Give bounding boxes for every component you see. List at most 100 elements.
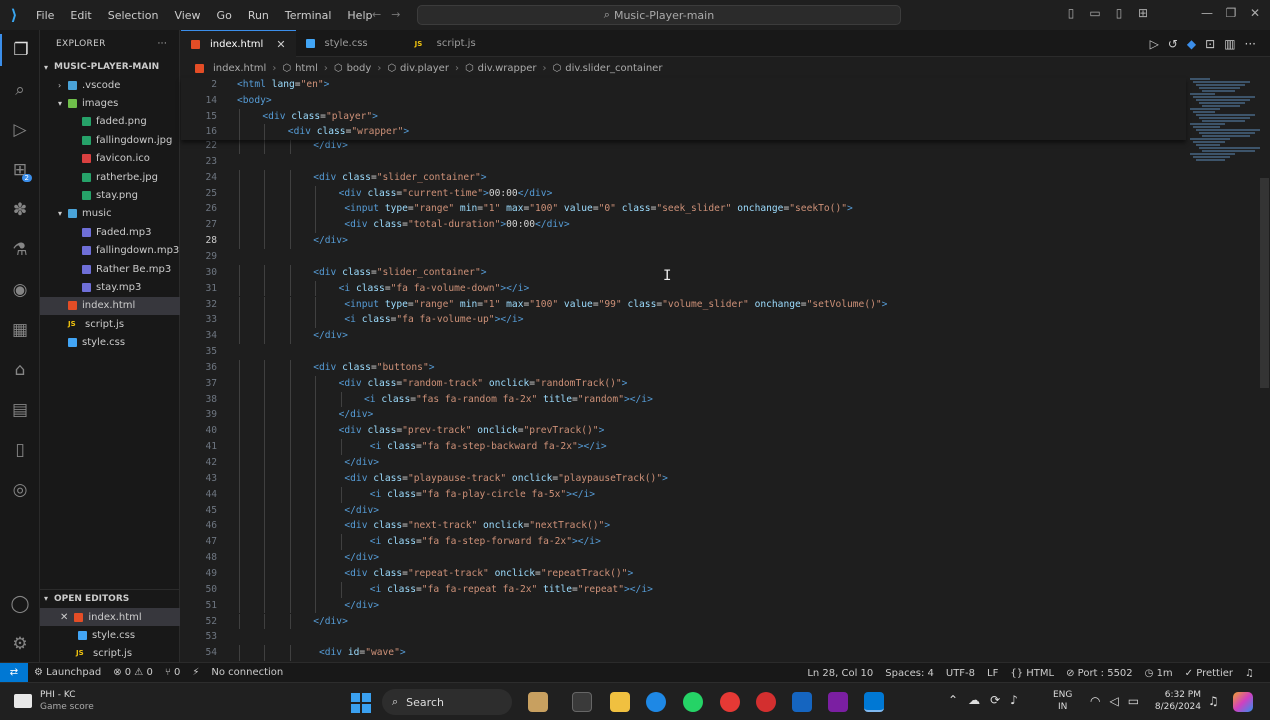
code-line[interactable]: <input type="range" min="1" max="100" va…: [339, 203, 852, 214]
file-explorer-icon[interactable]: [610, 692, 630, 712]
command-center-search[interactable]: ⌕ Music-Player-main: [417, 5, 901, 25]
extensions-icon[interactable]: ⊞ 2: [0, 154, 40, 186]
breadcrumb-item[interactable]: div.slider_container: [565, 63, 662, 74]
quick-settings[interactable]: ◠ ◁ ▭: [1090, 694, 1139, 708]
code-line[interactable]: </div>: [313, 330, 348, 341]
microphone-icon[interactable]: ♪: [1010, 693, 1018, 707]
toggle-panel-icon[interactable]: ▭: [1088, 6, 1102, 20]
menu-run[interactable]: Run: [240, 9, 277, 22]
paw-icon[interactable]: ✽: [0, 194, 40, 226]
code-line[interactable]: </div>: [339, 409, 374, 420]
menu-selection[interactable]: Selection: [100, 9, 167, 22]
account-icon[interactable]: ◯: [0, 588, 40, 620]
tab-script-js[interactable]: JS script.js: [405, 30, 486, 57]
encoding[interactable]: UTF-8: [940, 668, 981, 679]
breadcrumb-item[interactable]: index.html: [213, 63, 266, 74]
taskbar-clock[interactable]: 6:32 PM 8/26/2024: [1153, 689, 1201, 713]
minimize-icon[interactable]: —: [1200, 6, 1214, 20]
close-window-icon[interactable]: ✕: [1248, 6, 1262, 20]
file-tree-item[interactable]: ▾ images: [40, 94, 180, 112]
code-line[interactable]: </div>: [313, 616, 348, 627]
code-line[interactable]: <div class="slider_container">: [313, 267, 486, 278]
pages-icon[interactable]: ▤: [0, 394, 40, 426]
file-tree-item[interactable]: index.html: [40, 296, 180, 315]
code-line[interactable]: <i class="fa fa-step-backward fa-2x"></i…: [364, 441, 607, 452]
connection-status[interactable]: No connection: [205, 667, 289, 678]
tab-style-css[interactable]: style.css: [296, 30, 405, 57]
code-line[interactable]: <i class="fa fa-play-circle fa-5x"></i>: [364, 489, 595, 500]
workspace-root[interactable]: ▾ MUSIC-PLAYER-MAIN: [40, 58, 180, 76]
store-app-icon[interactable]: [792, 692, 812, 712]
menu-view[interactable]: View: [166, 9, 208, 22]
minimap[interactable]: [1186, 78, 1260, 168]
breadcrumb-item[interactable]: div.wrapper: [478, 63, 537, 74]
code-line[interactable]: <div class="playpause-track" onclick="pl…: [339, 473, 668, 484]
open-editors-header[interactable]: ▾ OPEN EDITORS: [40, 589, 180, 607]
breadcrumb-item[interactable]: div.player: [400, 63, 449, 74]
nav-arrows[interactable]: ←→: [372, 8, 410, 21]
file-tree-item[interactable]: style.css: [40, 334, 180, 352]
customize-layout-icon[interactable]: ⊞: [1136, 6, 1150, 20]
file-tree-item[interactable]: Rather Be.mp3: [40, 260, 180, 278]
breadcrumb-item[interactable]: html: [295, 63, 318, 74]
line-ending[interactable]: LF: [981, 668, 1004, 679]
phone-icon[interactable]: ▯: [0, 434, 40, 466]
prettier-status[interactable]: ✓ Prettier: [1179, 668, 1239, 679]
code-line[interactable]: <i class="fa fa-volume-down"></i>: [339, 283, 530, 294]
code-line[interactable]: <div class="player">: [262, 111, 378, 122]
json-icon[interactable]: ◉: [0, 274, 40, 306]
file-tree-item[interactable]: stay.mp3: [40, 278, 180, 296]
code-line[interactable]: </div>: [339, 457, 379, 468]
code-line[interactable]: <div class="wrapper">: [288, 126, 409, 137]
timeline-icon[interactable]: ↺: [1168, 37, 1178, 51]
copilot-icon[interactable]: [1233, 692, 1253, 712]
file-tree-item[interactable]: ▾ music: [40, 205, 180, 223]
chrome-profile-icon[interactable]: [756, 692, 776, 712]
code-line[interactable]: </div>: [313, 140, 348, 151]
docker-icon[interactable]: ▦: [0, 314, 40, 346]
notification-bell-icon[interactable]: ♫: [1208, 694, 1219, 708]
explorer-icon[interactable]: ❐: [0, 34, 40, 66]
code-line[interactable]: <html lang="en">: [237, 79, 329, 90]
sticky-scroll[interactable]: 2 <html lang="en"> 14 <body> 15 <div class="p…: [181, 78, 1186, 141]
cursor-position[interactable]: Ln 28, Col 10: [801, 668, 879, 679]
open-editor-item[interactable]: ✕ index.html: [40, 608, 180, 626]
file-tree-item[interactable]: JS script.js: [40, 315, 180, 333]
taskbar-search[interactable]: ⌕ Search: [382, 689, 512, 715]
open-editor-item[interactable]: style.css: [40, 626, 180, 644]
code-line[interactable]: </div>: [339, 600, 379, 611]
clipchamp-icon[interactable]: [828, 692, 848, 712]
chevron-up-icon[interactable]: ⌃: [948, 693, 958, 707]
search-view-icon[interactable]: ⌕: [0, 74, 40, 106]
remote-indicator[interactable]: ⇄: [0, 662, 28, 683]
toggle-sidebar-icon[interactable]: ▯: [1064, 6, 1078, 20]
file-tree-item[interactable]: stay.png: [40, 186, 180, 204]
timer-status[interactable]: ◷ 1m: [1139, 668, 1179, 679]
menu-edit[interactable]: Edit: [62, 9, 99, 22]
code-line[interactable]: <div class="slider_container">: [313, 172, 486, 183]
indentation[interactable]: Spaces: 4: [879, 668, 940, 679]
code-line[interactable]: <i class="fas fa-random fa-2x" title="ra…: [364, 394, 653, 405]
edge-browser-icon[interactable]: [646, 692, 666, 712]
ports-status[interactable]: ⑂ 0: [159, 667, 187, 678]
notifications-bell-icon[interactable]: ♫: [1239, 668, 1260, 679]
code-line[interactable]: <div id="wave">: [313, 647, 406, 658]
back-arrow-icon[interactable]: ←: [372, 8, 391, 21]
git-graph-icon[interactable]: ◎: [0, 474, 40, 506]
code-line[interactable]: <div class="total-duration">00:00</div>: [339, 219, 569, 230]
code-line[interactable]: <body>: [237, 95, 272, 106]
language-indicator[interactable]: ENG IN: [1053, 689, 1072, 713]
code-line[interactable]: <div class="prev-track" onclick="prevTra…: [339, 425, 605, 436]
breadcrumb-item[interactable]: body: [347, 63, 372, 74]
remote-explorer-icon[interactable]: ⌂: [0, 354, 40, 386]
open-changes-icon[interactable]: ⊡: [1205, 37, 1215, 51]
launchpad-status[interactable]: ⚙ Launchpad: [28, 667, 107, 678]
cow-app-icon[interactable]: [528, 692, 548, 712]
problems-status[interactable]: ⊗ 0 ⚠ 0: [107, 667, 159, 678]
file-tree-item[interactable]: ratherbe.jpg: [40, 168, 180, 186]
live-server-port[interactable]: ⊘ Port : 5502: [1060, 668, 1139, 679]
code-line[interactable]: <input type="range" min="1" max="100" va…: [339, 299, 887, 310]
menu-file[interactable]: File: [28, 9, 62, 22]
editor-scrollbar[interactable]: [1260, 178, 1269, 388]
settings-gear-icon[interactable]: ⚙: [0, 628, 40, 660]
